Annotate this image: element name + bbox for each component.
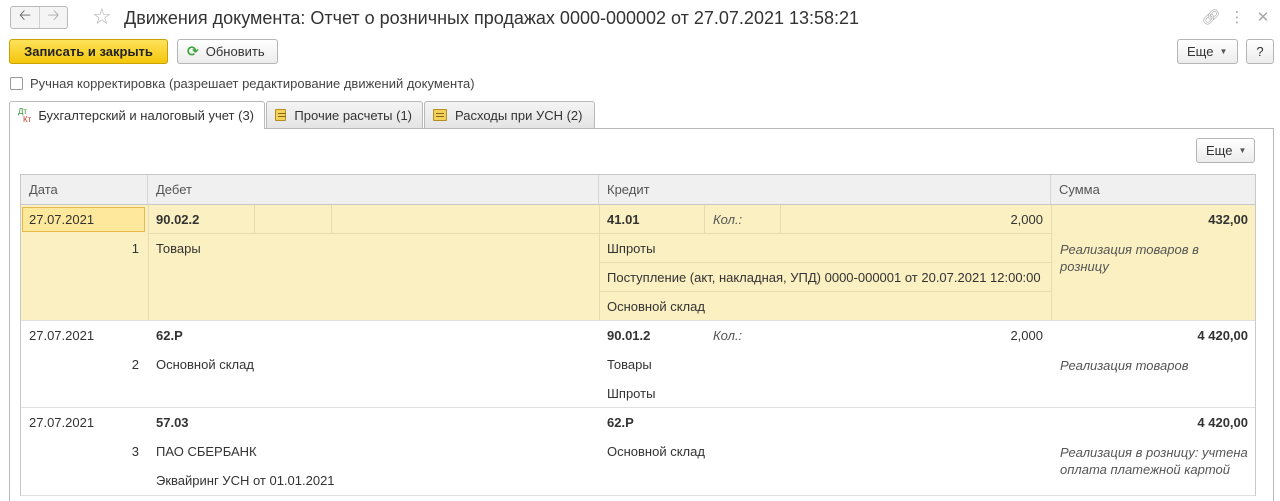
table-header: Дата Дебет Кредит Сумма <box>21 175 1255 205</box>
row-divider <box>599 262 1051 263</box>
entry-amount[interactable]: 4 420,00 <box>1061 328 1248 344</box>
tab-label: Прочие расчеты (1) <box>294 107 412 123</box>
column-header-date[interactable]: Дата <box>21 175 148 204</box>
credit-subconto[interactable]: Товары <box>607 357 652 373</box>
quantity-label: Кол.: <box>713 328 743 343</box>
link-icon[interactable]: 🔗︎ <box>1201 6 1220 28</box>
close-icon[interactable]: ✕ <box>1254 6 1272 28</box>
refresh-label: Обновить <box>205 44 265 59</box>
entry-number: 3 <box>131 444 139 459</box>
table-row[interactable]: 27.07.2021 3 57.03 ПАО СБЕРБАНК Эквайрин… <box>21 408 1255 496</box>
tab-other-settlements[interactable]: Прочие расчеты (1) <box>266 101 423 128</box>
column-divider <box>254 205 255 233</box>
column-divider <box>704 205 705 233</box>
debit-credit-icon: Дт Кт <box>18 106 32 124</box>
credit-account[interactable]: 41.01 <box>607 212 640 228</box>
column-header-amount[interactable]: Сумма <box>1051 175 1257 204</box>
entry-number: 1 <box>131 241 139 256</box>
credit-subconto[interactable]: Шпроты <box>607 241 655 257</box>
table-more-button[interactable]: Еще ▼ <box>1196 138 1255 163</box>
debit-subconto[interactable]: Товары <box>156 241 201 257</box>
star-icon[interactable]: ☆ <box>92 5 112 29</box>
credit-subconto[interactable]: Основной склад <box>607 299 705 315</box>
column-header-credit[interactable]: Кредит <box>599 175 1051 204</box>
tab-accounting[interactable]: Дт Кт Бухгалтерский и налоговый учет (3) <box>9 101 265 129</box>
debit-subconto[interactable]: Основной склад <box>156 357 254 373</box>
refresh-button[interactable]: ⟳ Обновить <box>177 39 278 64</box>
entry-content[interactable]: Реализация товаров <box>1060 357 1250 374</box>
entry-amount[interactable]: 432,00 <box>1061 212 1248 228</box>
debit-subconto[interactable]: ПАО СБЕРБАНК <box>156 444 257 460</box>
credit-subconto[interactable]: Основной склад <box>607 444 705 460</box>
tab-label: Бухгалтерский и налоговый учет (3) <box>38 108 254 123</box>
table-row[interactable]: 27.07.2021 1 90.02.2 Товары 41.01 Кол.: … <box>21 205 1255 321</box>
credit-account[interactable]: 90.01.2 <box>607 328 650 344</box>
save-and-close-button[interactable]: Записать и закрыть <box>9 39 168 64</box>
entry-content[interactable]: Реализация в розницу: учтена оплата плат… <box>1060 444 1250 478</box>
forward-arrow-icon[interactable]: 🡢 <box>39 7 67 28</box>
title-bar: 🡠 🡢 ☆ Движения документа: Отчет о рознич… <box>0 0 1280 36</box>
quantity-value[interactable]: 2,000 <box>941 212 1043 228</box>
more-vertical-icon[interactable]: ⋮ <box>1228 6 1246 28</box>
back-arrow-icon[interactable]: 🡠 <box>11 7 39 28</box>
debit-account[interactable]: 57.03 <box>156 415 189 431</box>
debit-subconto[interactable]: Эквайринг УСН от 01.01.2021 <box>156 473 335 489</box>
tab-label: Расходы при УСН (2) <box>455 107 583 123</box>
entry-date[interactable]: 27.07.2021 <box>29 328 94 344</box>
column-header-debit[interactable]: Дебет <box>148 175 599 204</box>
credit-subconto[interactable]: Шпроты <box>607 386 655 402</box>
entry-content[interactable]: Реализация товаров в розницу <box>1060 241 1250 275</box>
tab-bar: Дт Кт Бухгалтерский и налоговый учет (3) … <box>9 101 596 129</box>
column-divider <box>780 205 781 233</box>
more-label: Еще <box>1206 143 1233 158</box>
debit-account[interactable]: 90.02.2 <box>156 212 199 228</box>
tab-panel: Еще ▼ Дата Дебет Кредит Сумма 27.07.2021… <box>9 128 1274 501</box>
column-divider <box>599 205 600 321</box>
column-divider <box>331 205 332 233</box>
entry-amount[interactable]: 4 420,00 <box>1061 415 1248 431</box>
row-divider <box>148 233 1051 234</box>
manual-edit-checkbox[interactable] <box>10 77 23 90</box>
manual-edit-row: Ручная корректировка (разрешает редактир… <box>10 76 475 91</box>
column-divider <box>148 205 149 321</box>
entries-table: Дата Дебет Кредит Сумма 27.07.2021 1 90.… <box>20 174 1256 496</box>
quantity-value[interactable]: 2,000 <box>941 328 1043 344</box>
refresh-icon: ⟳ <box>187 43 199 59</box>
chevron-down-icon: ▼ <box>1219 47 1228 56</box>
tab-usn-expenses[interactable]: Расходы при УСН (2) <box>424 101 595 128</box>
credit-account[interactable]: 62.Р <box>607 415 634 431</box>
quantity-label: Кол.: <box>713 212 743 227</box>
debit-account[interactable]: 62.Р <box>156 328 183 344</box>
credit-subconto[interactable]: Поступление (акт, накладная, УПД) 0000-0… <box>607 270 1041 286</box>
navigation-buttons: 🡠 🡢 <box>10 6 68 29</box>
more-button[interactable]: Еще ▼ <box>1177 39 1238 64</box>
register-icon <box>433 109 447 121</box>
entry-date[interactable]: 27.07.2021 <box>29 212 94 228</box>
more-label: Еще <box>1187 44 1214 59</box>
table-row[interactable]: 27.07.2021 2 62.Р Основной склад 90.01.2… <box>21 321 1255 408</box>
chevron-down-icon: ▼ <box>1238 146 1247 155</box>
entry-date[interactable]: 27.07.2021 <box>29 415 94 431</box>
entry-number: 2 <box>131 357 139 372</box>
register-icon <box>275 109 287 121</box>
help-button[interactable]: ? <box>1246 39 1274 64</box>
manual-edit-label[interactable]: Ручная корректировка (разрешает редактир… <box>30 76 475 91</box>
column-divider <box>1051 205 1052 321</box>
row-divider <box>599 291 1051 292</box>
window-controls: 🔗︎ ⋮ ✕ <box>1201 6 1272 28</box>
window-title: Движения документа: Отчет о розничных пр… <box>124 8 860 28</box>
